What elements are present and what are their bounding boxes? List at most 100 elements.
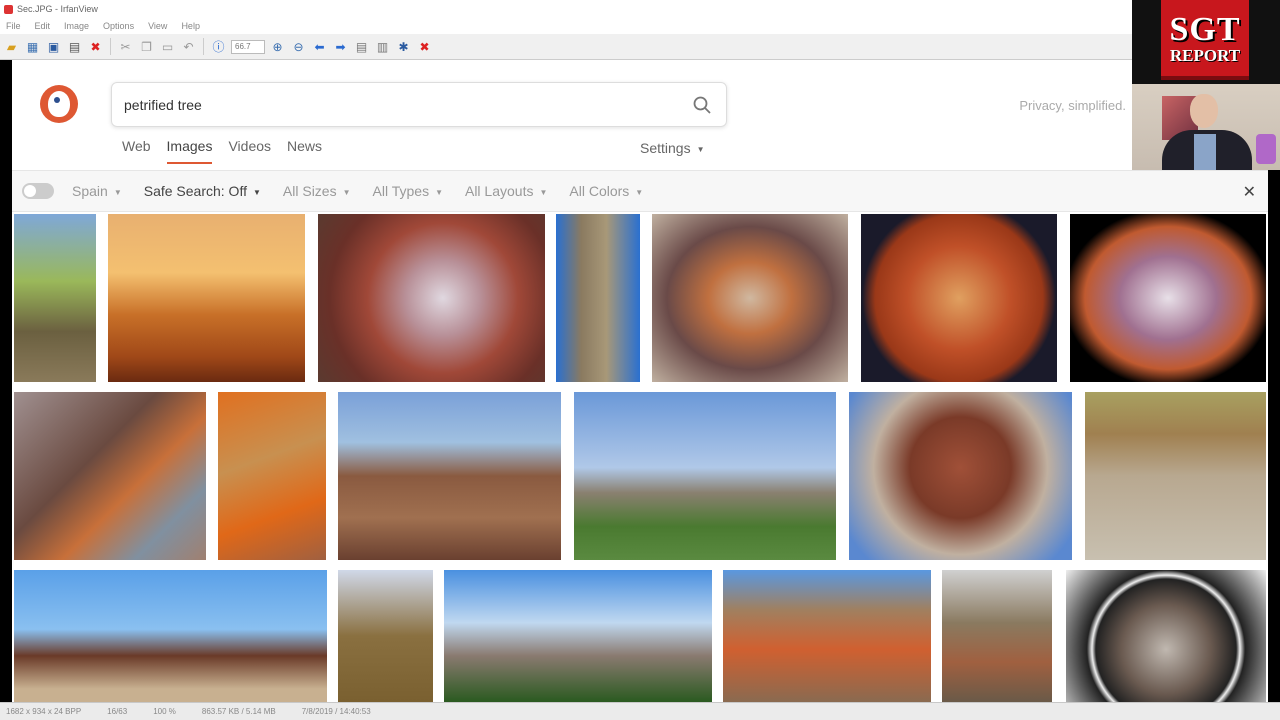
image-result[interactable] [574, 392, 836, 560]
viewer-titlebar: Sec.JPG - IrfanView [0, 0, 1132, 18]
layout-filter[interactable]: All Layouts ▼ [465, 183, 547, 199]
image-result[interactable] [108, 214, 305, 382]
window-title: Sec.JPG - IrfanView [17, 4, 98, 14]
exit-icon[interactable]: ✖ [416, 38, 433, 55]
menu-edit[interactable]: Edit [35, 21, 51, 31]
chevron-down-icon: ▼ [635, 187, 644, 197]
viewer-statusbar: 1682 x 934 x 24 BPP 16/63 100 % 863.57 K… [0, 702, 1280, 720]
left-border [0, 60, 12, 702]
screen: Sec.JPG - IrfanView File Edit Image Opti… [0, 0, 1280, 720]
delete-icon[interactable]: ✖ [87, 38, 104, 55]
save-icon[interactable]: ▣ [45, 38, 62, 55]
image-result[interactable] [14, 570, 327, 702]
zoom-in-icon[interactable]: ⊕ [269, 38, 286, 55]
image-result[interactable] [338, 392, 561, 560]
size-label: All Sizes [282, 183, 337, 199]
menu-image[interactable]: Image [64, 21, 89, 31]
chevron-down-icon: ▼ [539, 187, 548, 197]
image-result[interactable] [556, 214, 640, 382]
chevron-down-icon: ▼ [435, 187, 443, 197]
region-toggle[interactable] [22, 183, 54, 199]
search-input[interactable]: petrified tree [111, 82, 727, 127]
zoom-field[interactable]: 66.7 [231, 39, 265, 54]
color-filter[interactable]: All Colors ▼ [569, 183, 643, 199]
logo-text-report: REPORT [1169, 45, 1241, 65]
safe-search-label: Safe Search: Off [143, 183, 247, 199]
paste-page-icon[interactable]: ▥ [374, 38, 391, 55]
chevron-down-icon: ▼ [696, 144, 705, 154]
open-folder-icon[interactable]: ▰ [3, 38, 20, 55]
image-result[interactable] [723, 570, 931, 702]
settings-label: Settings [640, 140, 691, 156]
image-result[interactable] [444, 570, 712, 702]
image-result[interactable] [861, 214, 1057, 382]
type-label: All Types [372, 183, 430, 199]
image-results-grid [12, 212, 1268, 702]
tab-web[interactable]: Web [122, 138, 151, 164]
menu-file[interactable]: File [6, 21, 21, 31]
copy-icon[interactable]: ❐ [138, 38, 155, 55]
webcam-feed [1132, 84, 1280, 170]
image-result[interactable] [1070, 214, 1266, 382]
image-result[interactable] [849, 392, 1072, 560]
right-border [1268, 170, 1280, 702]
search-header: petrified tree Privacy, simplified. Web … [12, 60, 1132, 170]
color-label: All Colors [569, 183, 630, 199]
undo-icon[interactable]: ↶ [180, 38, 197, 55]
menu-view[interactable]: View [148, 21, 167, 31]
webcam-person-head [1190, 94, 1218, 128]
chevron-down-icon: ▼ [252, 187, 261, 197]
status-dimensions: 1682 x 934 x 24 BPP [6, 707, 82, 716]
menu-options[interactable]: Options [103, 21, 134, 31]
viewer-menubar: File Edit Image Options View Help [0, 18, 1132, 34]
toolbar-separator [110, 38, 111, 55]
region-filter[interactable]: Spain ▼ [72, 183, 122, 199]
cut-icon[interactable]: ✂ [117, 38, 134, 55]
image-result[interactable] [318, 214, 545, 382]
irfanview-icon [4, 4, 13, 14]
logo-text-sgt: SGT [1169, 10, 1241, 48]
tab-videos[interactable]: Videos [228, 138, 271, 164]
toolbar-separator [203, 38, 204, 55]
settings-icon[interactable]: ✱ [395, 38, 412, 55]
image-result[interactable] [218, 392, 326, 560]
print-icon[interactable]: ▤ [66, 38, 83, 55]
image-result[interactable] [14, 214, 96, 382]
chevron-down-icon: ▼ [113, 187, 122, 197]
size-filter[interactable]: All Sizes ▼ [283, 183, 351, 199]
copy-page-icon[interactable]: ▤ [353, 38, 370, 55]
search-query: petrified tree [124, 96, 202, 113]
menu-help[interactable]: Help [181, 21, 200, 31]
image-result[interactable] [338, 570, 433, 702]
status-index: 16/63 [107, 707, 128, 716]
safe-search-filter[interactable]: Safe Search: Off ▼ [144, 183, 261, 199]
settings-menu[interactable]: Settings ▼ [640, 140, 705, 156]
zoom-out-icon[interactable]: ⊖ [290, 38, 307, 55]
close-icon[interactable]: ✕ [1243, 182, 1256, 202]
image-result[interactable] [1085, 392, 1266, 560]
image-result[interactable] [1066, 570, 1266, 702]
image-result[interactable] [652, 214, 848, 382]
tab-images[interactable]: Images [166, 138, 212, 164]
status-zoom: 100 % [153, 707, 176, 716]
thumbnails-icon[interactable]: ▦ [24, 38, 41, 55]
info-icon[interactable]: ⓘ [210, 38, 227, 55]
next-icon[interactable]: ➡ [332, 38, 349, 55]
search-tabs: Web Images Videos News [122, 138, 322, 164]
paste-icon[interactable]: ▭ [159, 38, 176, 55]
image-filter-bar: Spain ▼ Safe Search: Off ▼ All Sizes ▼ All … [12, 170, 1268, 212]
privacy-tagline: Privacy, simplified. [1019, 98, 1126, 113]
search-icon[interactable] [692, 95, 712, 115]
status-date: 7/8/2019 / 14:40:53 [301, 707, 371, 716]
previous-icon[interactable]: ⬅ [311, 38, 328, 55]
tab-news[interactable]: News [287, 138, 322, 164]
image-result[interactable] [14, 392, 206, 560]
layout-label: All Layouts [464, 183, 534, 199]
webcam-person-shirt [1194, 134, 1216, 170]
chevron-down-icon: ▼ [342, 187, 351, 197]
image-result[interactable] [942, 570, 1052, 702]
status-filesize: 863.57 KB / 5.14 MB [201, 707, 276, 716]
type-filter[interactable]: All Types ▼ [373, 183, 443, 199]
duckduckgo-logo[interactable] [40, 85, 78, 123]
sgt-report-logo: SGT REPORT [1161, 0, 1249, 80]
